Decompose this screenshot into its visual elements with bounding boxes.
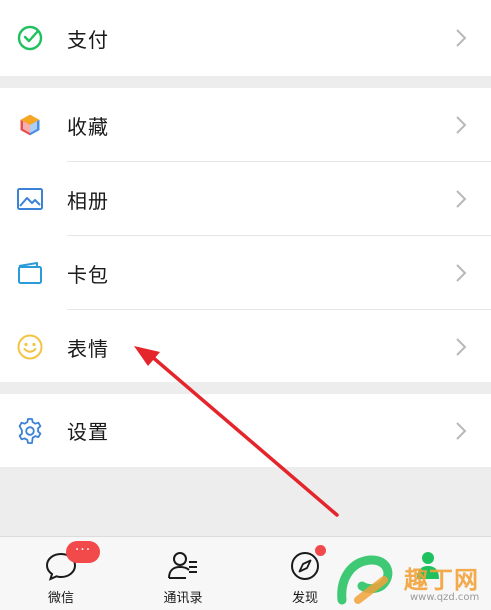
chevron-right-icon <box>456 190 467 208</box>
chevron-right-icon <box>456 264 467 282</box>
menu-item-favorites-label: 收藏 <box>67 114 109 139</box>
menu-item-cards-label: 卡包 <box>67 262 109 287</box>
menu-item-settings-label: 设置 <box>67 420 109 444</box>
menu-group-main: 收藏 相册 卡包 表情 <box>0 88 491 382</box>
tab-discover[interactable]: 发现 <box>244 537 366 610</box>
chevron-right-icon <box>456 338 467 356</box>
watermark-url: www.qzd.com <box>410 592 480 603</box>
menu-item-cards[interactable]: 卡包 <box>0 236 491 310</box>
chevron-right-icon <box>456 116 467 134</box>
menu-item-stickers-label: 表情 <box>67 336 109 361</box>
pay-icon <box>17 25 43 51</box>
tab-chats-label: 微信 <box>47 591 74 606</box>
cube-icon <box>19 113 41 137</box>
chevron-right-icon <box>456 29 467 47</box>
menu-item-favorites[interactable]: 收藏 <box>0 88 491 162</box>
menu-item-album[interactable]: 相册 <box>0 162 491 236</box>
smiley-icon <box>17 334 43 360</box>
discover-dot-badge <box>315 545 326 556</box>
wallet-icon <box>18 262 42 284</box>
tab-contacts-label: 通讯录 <box>163 591 203 606</box>
menu-item-stickers[interactable]: 表情 <box>0 310 491 384</box>
menu-item-pay[interactable]: 支付 <box>0 0 491 76</box>
gear-icon <box>18 417 42 444</box>
tab-chats[interactable]: ··· 微信 <box>0 537 122 610</box>
chats-badge: ··· <box>66 541 100 563</box>
tab-contacts[interactable]: 通讯录 <box>122 537 244 610</box>
menu-item-album-label: 相册 <box>67 188 109 213</box>
menu-group-pay: 支付 <box>0 0 491 76</box>
menu-group-settings: 设置 <box>0 394 491 467</box>
contacts-icon <box>168 552 197 579</box>
watermark-text: 趣丁网 <box>404 566 479 594</box>
menu-item-settings[interactable]: 设置 <box>0 394 491 467</box>
menu-item-pay-label: 支付 <box>67 27 109 52</box>
chevron-right-icon <box>456 421 467 440</box>
picture-icon <box>17 188 43 210</box>
tab-discover-label: 发现 <box>291 591 318 606</box>
